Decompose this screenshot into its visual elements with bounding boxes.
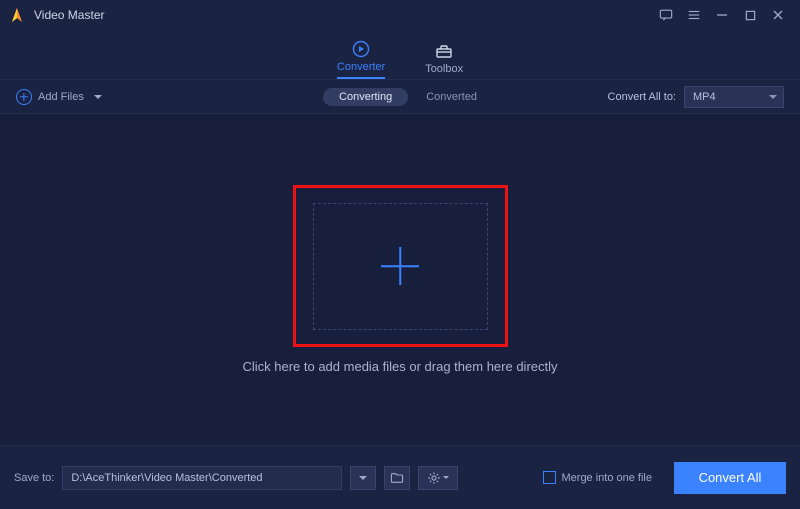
app-title: Video Master: [34, 8, 104, 22]
tab-converter-label: Converter: [337, 61, 385, 73]
titlebar: Video Master: [0, 0, 800, 30]
merge-label: Merge into one file: [562, 472, 653, 484]
app-logo-icon: [8, 6, 26, 24]
output-format-value: MP4: [693, 91, 716, 103]
save-path-dropdown[interactable]: [350, 466, 376, 490]
dropzone-hint: Click here to add media files or drag th…: [242, 359, 557, 374]
dashed-box: [313, 203, 488, 330]
settings-button[interactable]: [418, 466, 458, 490]
convert-all-button[interactable]: Convert All: [674, 462, 786, 494]
drop-stage: Click here to add media files or drag th…: [0, 114, 800, 445]
menu-icon[interactable]: [680, 1, 708, 29]
save-to-label: Save to:: [14, 472, 54, 484]
status-segment: Converting Converted: [323, 88, 477, 106]
folder-icon: [390, 472, 404, 484]
plus-circle-icon: [16, 89, 32, 105]
plus-icon: [381, 247, 419, 285]
tab-toolbox[interactable]: Toolbox: [425, 41, 463, 79]
chevron-down-icon: [443, 476, 449, 479]
add-media-dropzone[interactable]: [293, 185, 508, 347]
minimize-icon[interactable]: [708, 1, 736, 29]
tab-converter[interactable]: Converter: [337, 39, 385, 79]
main-tabs: Converter Toolbox: [0, 30, 800, 80]
maximize-icon[interactable]: [736, 1, 764, 29]
gear-icon: [427, 471, 441, 485]
subbar: Add Files Converting Converted Convert A…: [0, 80, 800, 114]
segment-converted[interactable]: Converted: [426, 91, 477, 103]
close-icon[interactable]: [764, 1, 792, 29]
checkbox-icon: [543, 471, 556, 484]
chevron-down-icon: [94, 95, 102, 99]
chevron-down-icon: [359, 476, 367, 480]
open-folder-button[interactable]: [384, 466, 410, 490]
output-format-select[interactable]: MP4: [684, 86, 784, 108]
converter-icon: [351, 39, 371, 59]
feedback-icon[interactable]: [652, 1, 680, 29]
save-path-input[interactable]: [62, 466, 342, 490]
segment-converting[interactable]: Converting: [323, 88, 408, 106]
add-files-button[interactable]: Add Files: [16, 89, 102, 105]
convert-all-to-label: Convert All to:: [608, 91, 676, 103]
footer-bar: Save to: Merge into one file Convert All: [0, 445, 800, 509]
toolbox-icon: [434, 41, 454, 61]
tab-toolbox-label: Toolbox: [425, 63, 463, 75]
add-files-label: Add Files: [38, 91, 84, 103]
chevron-down-icon: [769, 95, 777, 99]
merge-checkbox[interactable]: Merge into one file: [543, 471, 653, 484]
